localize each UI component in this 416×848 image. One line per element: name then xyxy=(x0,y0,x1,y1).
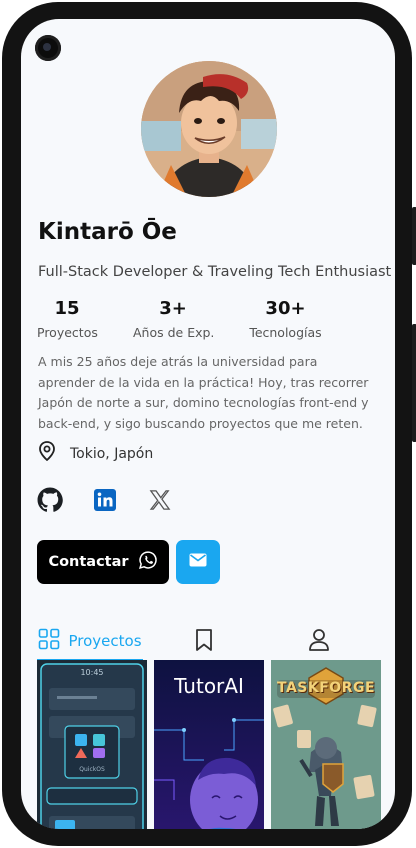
projects-grid: 10:45 QuickOS TutorAI TASKFORGE xyxy=(37,660,381,829)
stat-value: 15 xyxy=(54,298,80,319)
mail-icon xyxy=(189,553,207,572)
tab-about[interactable] xyxy=(299,623,339,661)
stat-value: 30+ xyxy=(265,298,306,319)
grid-icon xyxy=(38,628,60,655)
avatar[interactable] xyxy=(141,61,277,197)
project-title: TASKFORGE xyxy=(276,680,376,696)
project-time: 10:45 xyxy=(80,668,104,677)
phone-frame: Kintarō Ōe Full-Stack Developer & Travel… xyxy=(2,2,416,846)
location-pin-icon xyxy=(38,441,56,466)
tab-projects[interactable]: Proyectos xyxy=(37,623,143,661)
project-title: TutorAI xyxy=(174,674,244,698)
avatar-illustration xyxy=(141,61,277,197)
front-camera xyxy=(35,35,61,61)
stat-value: 3+ xyxy=(159,298,187,319)
contact-button[interactable]: Contactar xyxy=(37,540,169,584)
x-icon[interactable] xyxy=(147,487,173,513)
github-icon[interactable] xyxy=(37,487,63,513)
contact-button-label: Contactar xyxy=(48,554,129,570)
profile-bio: A mis 25 años deje atrás la universidad … xyxy=(38,354,369,431)
stat-label: Años de Exp. xyxy=(133,325,215,340)
bookmark-icon xyxy=(194,628,214,657)
project-tile[interactable]: TutorAI xyxy=(154,660,264,829)
tab-projects-label: Proyectos xyxy=(68,632,142,650)
linkedin-icon[interactable] xyxy=(92,487,118,513)
whatsapp-icon xyxy=(138,550,158,574)
stat-technologies: 30+ Tecnologías xyxy=(248,298,323,340)
profile-tabs: Proyectos xyxy=(21,623,395,661)
mail-button[interactable] xyxy=(176,540,220,584)
project-app-label: QuickOS xyxy=(79,766,105,773)
stat-projects: 15 Proyectos xyxy=(37,298,98,340)
stat-experience: 3+ Años de Exp. xyxy=(133,298,215,340)
profile-name: Kintarō Ōe xyxy=(38,219,177,245)
stat-label: Tecnologías xyxy=(249,325,322,340)
project-tile[interactable]: 10:45 QuickOS xyxy=(37,660,147,829)
location-text: Tokio, Japón xyxy=(70,445,154,462)
project-tile[interactable]: TASKFORGE xyxy=(271,660,381,829)
project-thumbnail xyxy=(40,663,144,829)
tab-saved[interactable] xyxy=(184,623,224,661)
user-icon xyxy=(308,628,330,657)
stat-label: Proyectos xyxy=(37,325,98,340)
profile-headline: Full-Stack Developer & Traveling Tech En… xyxy=(38,264,392,280)
social-links xyxy=(37,487,202,513)
power-button xyxy=(412,207,416,265)
location: Tokio, Japón xyxy=(38,441,153,466)
screen: Kintarō Ōe Full-Stack Developer & Travel… xyxy=(21,19,395,829)
volume-button xyxy=(412,324,416,442)
